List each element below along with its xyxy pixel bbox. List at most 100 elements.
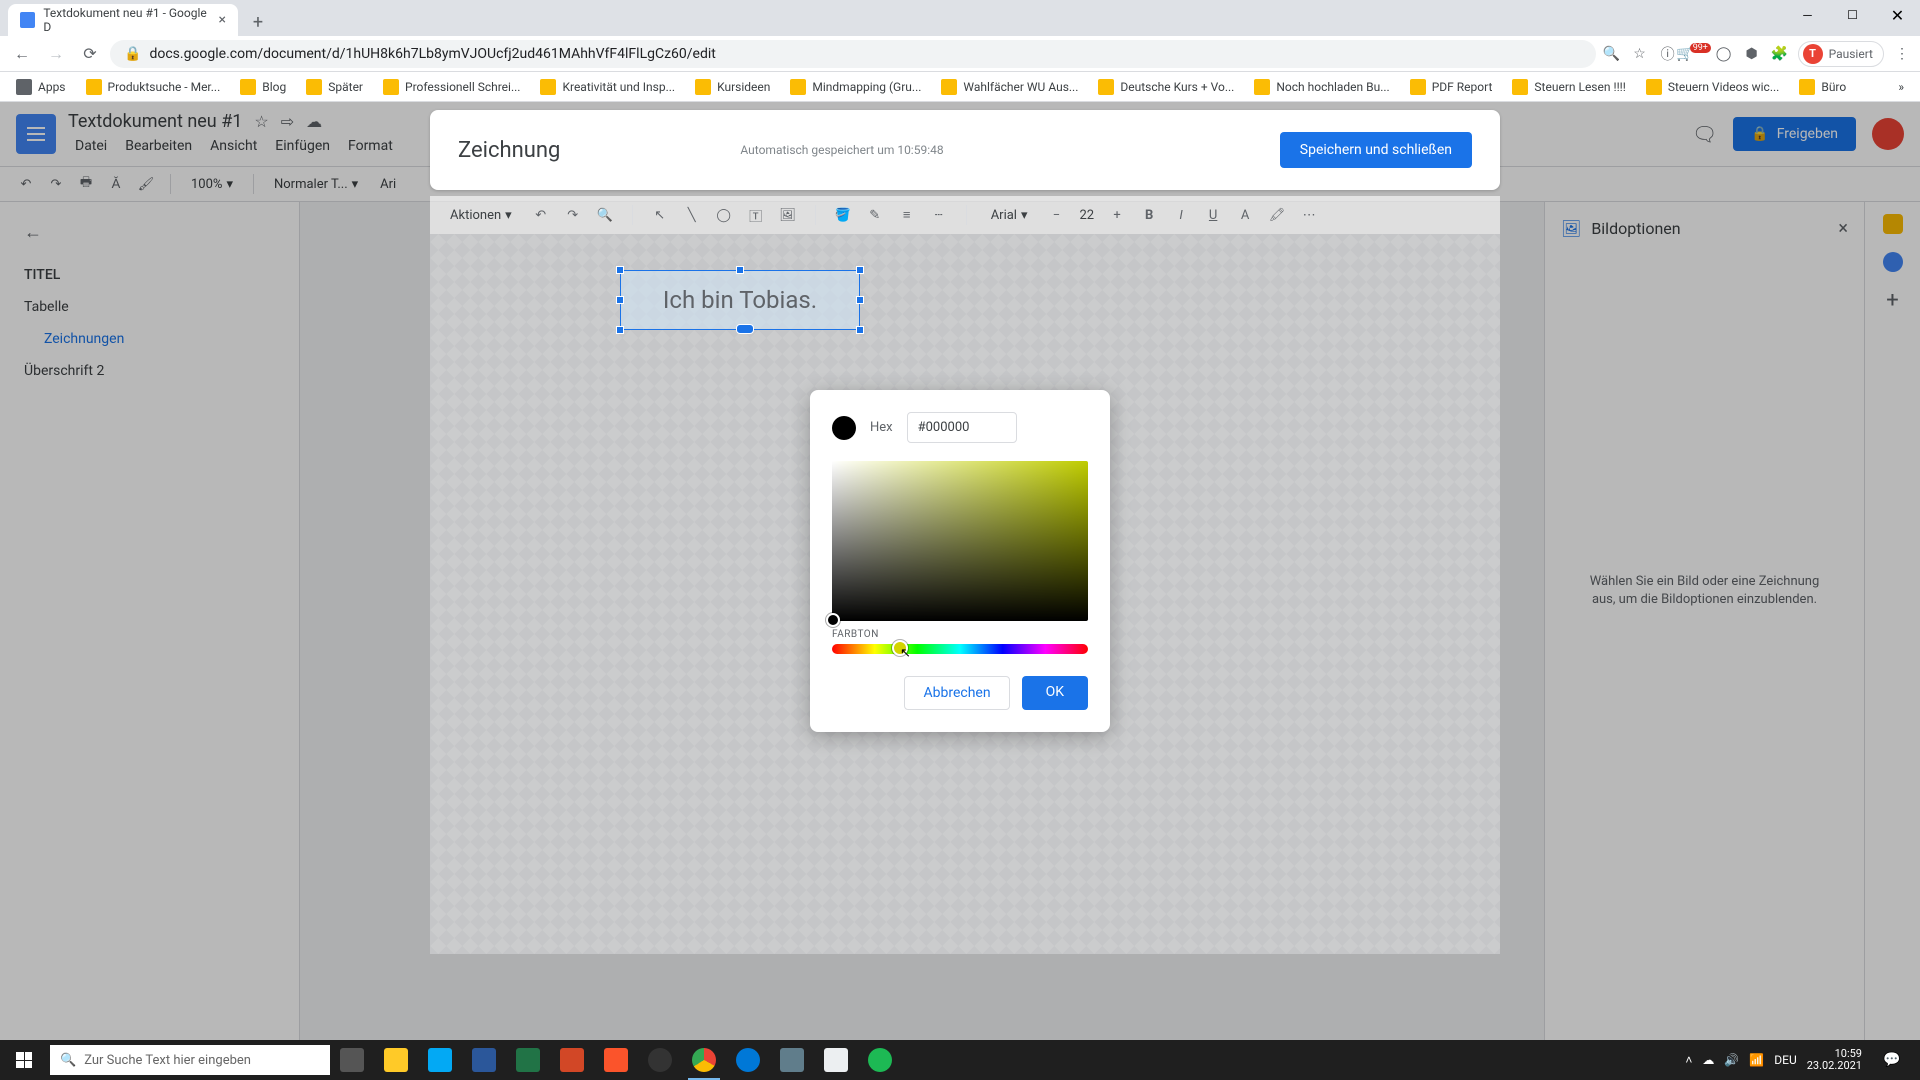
browser-tab[interactable]: Textdokument neu #1 - Google D ×: [8, 4, 238, 36]
chrome-menu-icon[interactable]: ⋮: [1892, 44, 1912, 64]
lock-icon: 🔒: [124, 46, 141, 62]
maximize-button[interactable]: ☐: [1830, 0, 1875, 30]
bookmark-apps[interactable]: Apps: [8, 75, 74, 99]
italic-icon[interactable]: I: [1172, 206, 1190, 224]
window-controls: ─ ☐ ✕: [1785, 0, 1920, 30]
task-view-button[interactable]: [330, 1040, 374, 1080]
bookmark-item[interactable]: Wahlfächer WU Aus...: [933, 75, 1086, 99]
undo-icon[interactable]: ↶: [532, 206, 550, 224]
taskbar-app-notepad[interactable]: [814, 1040, 858, 1080]
select-tool-icon[interactable]: ↖: [651, 206, 669, 224]
ok-button[interactable]: OK: [1022, 676, 1088, 710]
bookmark-item[interactable]: Deutsche Kurs + Vo...: [1090, 75, 1242, 99]
sv-picker-handle[interactable]: [826, 613, 840, 627]
address-bar[interactable]: 🔒 docs.google.com/document/d/1hUH8k6h7Lb…: [110, 40, 1596, 68]
shape-tool-icon[interactable]: ◯: [715, 206, 733, 224]
font-increase-icon[interactable]: +: [1108, 206, 1126, 224]
hex-input[interactable]: [907, 412, 1017, 443]
hue-label: FARBTON: [832, 629, 1088, 640]
text-color-icon[interactable]: A: [1236, 206, 1254, 224]
star-icon[interactable]: ☆: [1630, 44, 1650, 64]
circle-extension-icon[interactable]: ◯: [1714, 44, 1734, 64]
adblock-extension-icon[interactable]: ⬢: [1742, 44, 1762, 64]
bookmark-item[interactable]: Kursideen: [687, 75, 778, 99]
bookmark-item[interactable]: Später: [298, 75, 371, 99]
border-weight-icon[interactable]: ≡: [898, 206, 916, 224]
bookmark-item[interactable]: Mindmapping (Gru...: [782, 75, 929, 99]
puzzle-extensions-icon[interactable]: 🧩: [1770, 44, 1790, 64]
bold-icon[interactable]: B: [1140, 206, 1158, 224]
zoom-icon[interactable]: 🔍: [596, 206, 614, 224]
redo-icon[interactable]: ↷: [564, 206, 582, 224]
save-and-close-button[interactable]: Speichern und schließen: [1280, 132, 1472, 168]
bookmark-item[interactable]: PDF Report: [1402, 75, 1501, 99]
tray-chevron-up-icon[interactable]: ˄: [1685, 1053, 1692, 1067]
tray-wifi-icon[interactable]: 📶: [1749, 1053, 1764, 1067]
cancel-button[interactable]: Abbrechen: [904, 676, 1009, 710]
border-dash-icon[interactable]: ┄: [930, 206, 948, 224]
selected-textbox[interactable]: Ich bin Tobias.: [620, 270, 860, 330]
underline-icon[interactable]: U: [1204, 206, 1222, 224]
bookmark-item[interactable]: Steuern Videos wic...: [1638, 75, 1787, 99]
action-center-icon[interactable]: 💬: [1872, 1052, 1912, 1068]
font-size-value[interactable]: 22: [1080, 208, 1095, 223]
taskbar-app-brave[interactable]: [594, 1040, 638, 1080]
bookmark-item[interactable]: Büro: [1791, 75, 1854, 99]
taskbar-app-powerpoint[interactable]: [550, 1040, 594, 1080]
fill-color-icon[interactable]: 🪣: [834, 206, 852, 224]
tray-language[interactable]: DEU: [1774, 1053, 1796, 1067]
color-swatch: [832, 416, 856, 440]
line-tool-icon[interactable]: ╲: [683, 206, 701, 224]
border-color-icon[interactable]: ✎: [866, 206, 884, 224]
bookmark-item[interactable]: Noch hochladen Bu...: [1246, 75, 1397, 99]
taskbar-app-word[interactable]: [462, 1040, 506, 1080]
taskbar-search[interactable]: 🔍 Zur Suche Text hier eingeben: [50, 1045, 330, 1075]
taskbar-app-generic[interactable]: [418, 1040, 462, 1080]
system-tray: ˄ ☁ 🔊 📶 DEU 10:59 23.02.2021 💬: [1685, 1048, 1920, 1072]
taskbar-app-excel[interactable]: [506, 1040, 550, 1080]
bookmark-item[interactable]: Kreativität und Insp...: [532, 75, 683, 99]
profile-chip[interactable]: T Pausiert: [1798, 41, 1884, 67]
tray-volume-icon[interactable]: 🔊: [1724, 1053, 1739, 1067]
taskbar-app-spotify[interactable]: [858, 1040, 902, 1080]
saturation-value-picker[interactable]: [832, 461, 1088, 621]
search-placeholder: Zur Suche Text hier eingeben: [84, 1053, 251, 1068]
highlight-icon[interactable]: 🖍: [1268, 206, 1286, 224]
extension-icon[interactable]: ⓘ: [1658, 44, 1678, 64]
drawing-autosave-status: Automatisch gespeichert um 10:59:48: [740, 143, 943, 157]
reload-button[interactable]: ⟳: [76, 40, 104, 68]
bookmark-item[interactable]: Professionell Schrei...: [375, 75, 528, 99]
drawing-font-select[interactable]: Arial ▾: [985, 206, 1034, 225]
taskbar-clock[interactable]: 10:59 23.02.2021: [1807, 1048, 1862, 1072]
bookmark-item[interactable]: Blog: [232, 75, 294, 99]
cart-extension-icon[interactable]: 🛒99+: [1686, 44, 1706, 64]
bookmark-item[interactable]: Steuern Lesen !!!!: [1504, 75, 1633, 99]
zoom-icon[interactable]: 🔍: [1602, 44, 1622, 64]
close-tab-icon[interactable]: ×: [219, 12, 226, 28]
taskbar-app-generic2[interactable]: [770, 1040, 814, 1080]
minimize-button[interactable]: ─: [1785, 0, 1830, 30]
start-button[interactable]: [0, 1040, 48, 1080]
drawing-toolbar: Aktionen ▾ ↶ ↷ 🔍 ↖ ╲ ◯ 🅃 🖼 🪣 ✎ ≡ ┄ Arial…: [430, 196, 1500, 234]
hue-slider[interactable]: ↖: [832, 644, 1088, 654]
docs-favicon: [20, 12, 35, 28]
new-tab-button[interactable]: +: [244, 8, 272, 36]
bookmarks-overflow[interactable]: »: [1890, 76, 1912, 98]
taskbar-app-chrome[interactable]: [682, 1040, 726, 1080]
more-icon[interactable]: ⋯: [1300, 206, 1318, 224]
taskbar-app-obs[interactable]: [638, 1040, 682, 1080]
actions-menu[interactable]: Aktionen ▾: [444, 206, 518, 225]
tray-onedrive-icon[interactable]: ☁: [1702, 1053, 1714, 1067]
taskbar-app-explorer[interactable]: [374, 1040, 418, 1080]
drawing-title: Zeichnung: [458, 138, 560, 163]
taskbar-app-edge[interactable]: [726, 1040, 770, 1080]
textbox-tool-icon[interactable]: 🅃: [747, 206, 765, 224]
back-button[interactable]: ←: [8, 40, 36, 68]
bookmarks-bar: Apps Produktsuche - Mer... Blog Später P…: [0, 72, 1920, 102]
bookmark-item[interactable]: Produktsuche - Mer...: [78, 75, 229, 99]
font-decrease-icon[interactable]: −: [1048, 206, 1066, 224]
forward-button[interactable]: →: [42, 40, 70, 68]
image-tool-icon[interactable]: 🖼: [779, 206, 797, 224]
search-icon: 🔍: [60, 1053, 76, 1068]
close-window-button[interactable]: ✕: [1875, 0, 1920, 30]
